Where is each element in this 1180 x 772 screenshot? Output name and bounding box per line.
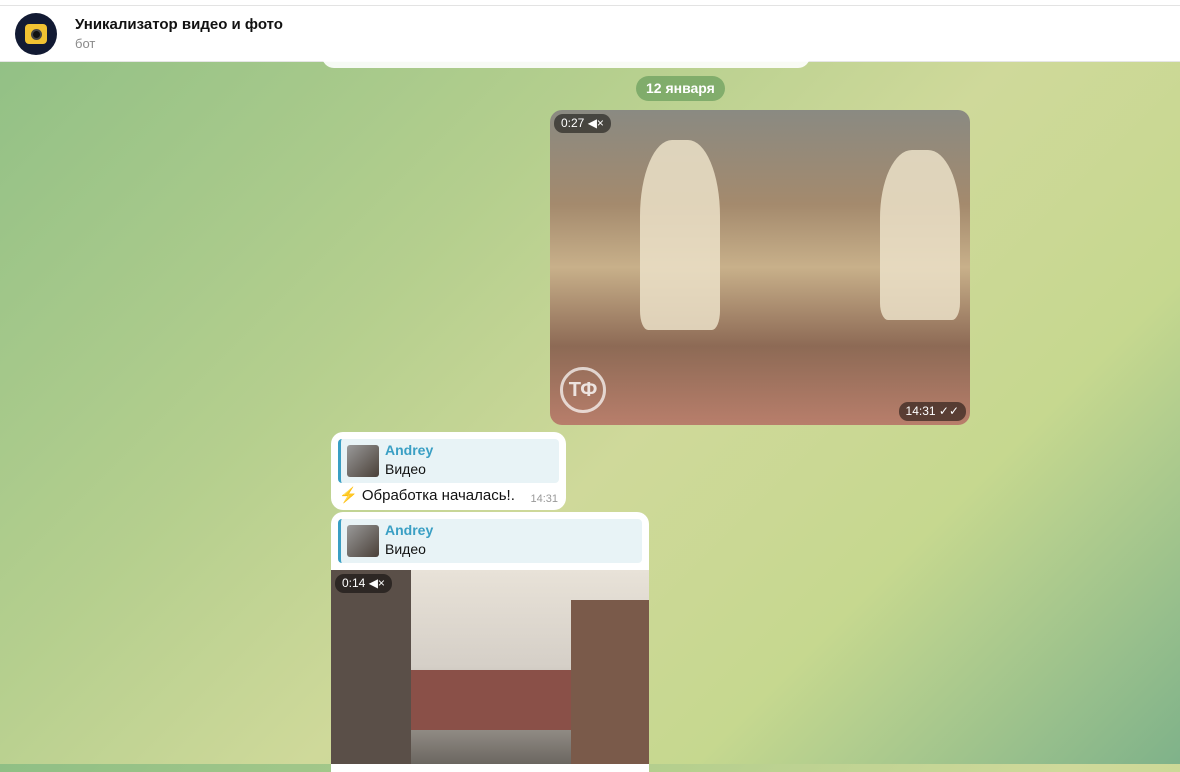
reply-text: Видео [385, 461, 426, 477]
channel-logo: ТФ [560, 367, 606, 413]
message-text: Обработка началась!. [361, 487, 515, 504]
video-message[interactable]: 0:14 ◀× [331, 570, 649, 764]
chat-subtitle: бот [75, 36, 96, 51]
message-time-badge: 14:31 ✓✓ [898, 402, 966, 421]
date-separator: 12 января [636, 76, 725, 101]
video-duration-badge: 0:14 ◀× [335, 574, 392, 593]
muted-icon[interactable]: ◀× [588, 116, 604, 130]
reply-thumbnail [347, 445, 379, 477]
previous-message-bubble [322, 50, 810, 68]
bot-avatar[interactable] [15, 13, 57, 55]
lightning-icon: ⚡ [339, 487, 358, 504]
camera-icon [25, 24, 47, 44]
reply-author: Andrey [385, 442, 434, 458]
video-message[interactable]: ТФ 0:27 ◀× 14:31 ✓✓ [550, 110, 970, 425]
reply-thumbnail [347, 525, 379, 557]
muted-icon[interactable]: ◀× [369, 576, 385, 590]
video-duration: 0:14 [342, 576, 366, 590]
chat-title: Уникализатор видео и фото [75, 16, 283, 33]
video-duration: 0:27 [561, 116, 585, 130]
message-time: 14:31 [530, 493, 558, 505]
video-duration-badge: 0:27 ◀× [554, 114, 611, 133]
message-time: 14:31 [905, 404, 936, 418]
reply-preview[interactable]: Andrey Видео [338, 439, 559, 483]
reply-preview[interactable]: Andrey Видео [338, 519, 642, 563]
reply-author: Andrey [385, 522, 434, 538]
double-check-icon: ✓✓ [938, 404, 959, 418]
text-message[interactable]: Andrey Видео ⚡ Обработка началась!. 14:3… [331, 432, 566, 510]
reply-text: Видео [385, 541, 426, 557]
